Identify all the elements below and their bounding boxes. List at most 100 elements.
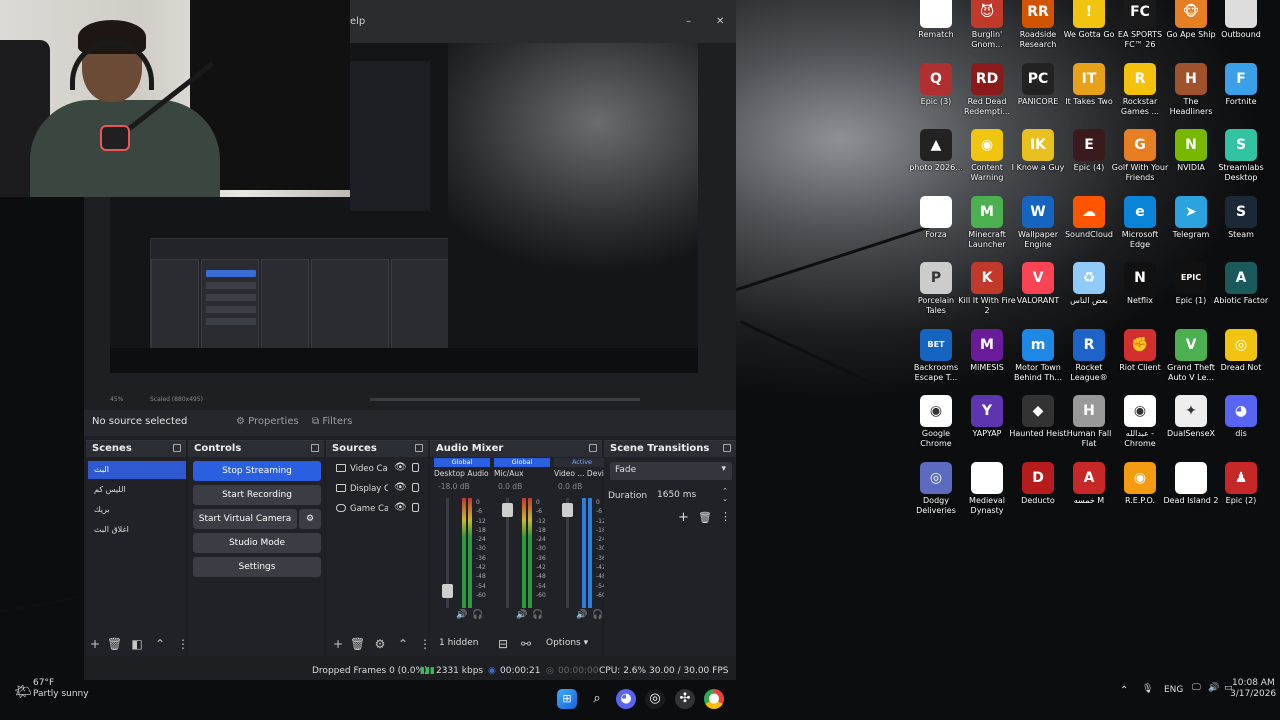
speaker-icon[interactable]: 🔊 [516,610,527,620]
filter-icon[interactable]: ◧ [130,637,144,651]
desktop-icon[interactable]: M Minecraft Launcher [961,195,1013,260]
desktop-icon[interactable]: PC PANICORE [1012,62,1064,127]
discord-icon[interactable]: ◕ [616,689,636,709]
options-button[interactable]: Options ▾ [546,638,588,648]
chrome-icon[interactable]: ● [704,689,724,709]
chevron-up-icon[interactable]: ⌃ [1120,685,1128,696]
volume-slider-handle[interactable] [562,502,573,517]
lock-icon[interactable] [412,483,419,492]
desktop-icon[interactable]: M MiMESIS [961,328,1013,393]
channel-badge[interactable]: Global [494,458,550,467]
desktop-icon[interactable]: R Rocket League® [1063,328,1115,393]
scene-item[interactable]: اغلاق البث [88,521,186,539]
dock-undock-icon[interactable] [723,444,731,452]
monitor-icon[interactable]: 🖵 [1192,683,1201,693]
desktop-icon[interactable]: F Fortnite [1215,62,1267,127]
zoom-label[interactable]: 45% [110,396,123,403]
desktop-icon[interactable]: 😈 Burglin' Gnom... [961,0,1013,60]
desktop-icon[interactable]: ➤ Telegram [1165,195,1217,260]
desktop-icon[interactable]: E Epic (4) [1063,129,1115,193]
desktop-icon[interactable]: Y YAPYAP [961,395,1013,459]
settings-button[interactable]: Settings [193,557,321,577]
studio-mode-button[interactable]: Studio Mode [193,533,321,553]
desktop-icon[interactable]: Forza [910,195,962,260]
obs-icon[interactable]: ◎ [645,689,665,709]
desktop-icon[interactable]: A Abiotic Factor [1214,262,1268,326]
desktop-icon[interactable]: e Microsoft Edge [1114,195,1166,260]
layout-icon[interactable]: ⊟ [496,637,510,651]
add-icon[interactable]: + [678,510,689,525]
desktop-icon[interactable]: ✦ DualSenseX [1165,395,1217,459]
hidden-count[interactable]: 1 hidden [439,638,478,648]
chevron-up-icon[interactable]: ⌃ [153,637,167,651]
desktop-icon[interactable]: K Kill It With Fire 2 [958,262,1016,326]
preview-scrollbar[interactable] [370,398,640,401]
clock-date[interactable]: 3/17/2026 [1230,689,1276,699]
start-virtual-camera-button[interactable]: Start Virtual Camera [193,509,297,529]
volume-slider-handle[interactable] [502,502,513,517]
scene-item[interactable]: البث [88,461,186,479]
weather-desc[interactable]: Partly sunny [33,689,89,699]
desktop-icon[interactable]: IT It Takes Two [1063,62,1115,127]
more-icon[interactable]: ⋮ [720,510,731,523]
language-indicator[interactable]: ENG [1164,685,1183,695]
add-icon[interactable]: + [88,637,102,651]
eye-icon[interactable]: 👁 [394,502,407,513]
channel-badge[interactable]: Active [554,458,610,467]
filters-button[interactable]: ⧉ Filters [312,413,352,433]
trash-icon[interactable]: 🗑 [698,511,712,524]
trash-icon[interactable]: 🗑 [107,637,122,651]
desktop-icon[interactable]: RD Red Dead Redempti... [961,62,1013,127]
spin-arrows-icon[interactable]: ⌃ ⌄ [722,487,728,503]
virtual-camera-settings-button[interactable]: ⚙ [299,509,321,529]
scene-item[interactable]: بريك [88,501,186,519]
weather-temp[interactable]: 67°F [33,678,54,688]
speaker-icon[interactable]: 🔊 [576,610,587,620]
volume-slider-handle[interactable] [442,584,453,599]
desktop-icon[interactable]: EPIC Epic (1) [1165,262,1217,326]
desktop-icon[interactable]: Dead Island 2 [1163,461,1219,526]
lock-icon[interactable] [412,463,419,472]
desktop-icon[interactable]: ▲ photo 2026... [909,129,963,193]
channel-name[interactable]: Video ... Devi [554,469,610,478]
speaker-icon[interactable]: 🔊 [456,610,467,620]
chevron-up-icon[interactable]: ⌃ [396,637,410,651]
headphones-icon[interactable]: 🎧 [472,610,483,620]
search-icon[interactable]: ⌕ [587,689,607,709]
desktop-icon[interactable]: Medieval Dynasty [961,461,1013,526]
desktop-icon[interactable]: N NVIDIA [1165,129,1217,193]
duration-spinbox[interactable]: 1650 ms ⌃ ⌄ [654,487,732,504]
dock-undock-icon[interactable] [415,444,423,452]
desktop-icon[interactable]: R Rockstar Games ... [1114,62,1166,127]
desktop-icon[interactable]: RR Roadside Research [1012,0,1064,60]
eye-icon[interactable]: 👁 [394,462,407,473]
desktop-icon[interactable]: FC EA SPORTS FC™ 26 [1114,0,1166,60]
desktop-icon[interactable]: ! We Gotta Go [1063,0,1115,60]
channel-name[interactable]: Mic/Aux [494,469,550,478]
link-icon[interactable]: ⚯ [519,637,533,651]
clock-time[interactable]: 10:08 AM [1232,678,1275,688]
desktop-icon[interactable]: BET Backrooms Escape T... [910,328,962,393]
gear-icon[interactable]: ⚙ [373,637,387,651]
desktop-icon[interactable]: P Porcelain Tales [910,262,962,326]
volume-slider[interactable] [502,498,513,608]
eye-icon[interactable]: 👁 [394,482,407,493]
trash-icon[interactable]: 🗑 [350,637,365,651]
channel-name[interactable]: Desktop Audio [434,469,490,478]
properties-button[interactable]: ⚙ Properties [236,413,299,433]
close-icon[interactable]: ✕ [716,16,724,27]
desktop-icon[interactable]: Rematch [910,0,962,60]
minimize-icon[interactable]: – [686,16,691,27]
desktop-icon[interactable]: ◎ Dread Not [1215,328,1267,393]
desktop-icon[interactable]: ✊ Riot Client [1114,328,1166,393]
scene-item[interactable]: الليس كم [88,481,186,499]
dock-undock-icon[interactable] [173,444,181,452]
stop-streaming-button[interactable]: Stop Streaming [193,461,321,481]
desktop-icon[interactable]: Outbound [1215,0,1267,60]
desktop-icon[interactable]: 🐵 Go Ape Ship [1165,0,1217,60]
lock-icon[interactable] [412,503,419,512]
desktop-icon[interactable]: ◉ Google Chrome [910,395,962,459]
desktop-icon[interactable]: ♟ Epic (2) [1215,461,1267,526]
source-item[interactable]: Game Cap 👁 [334,500,424,518]
source-item[interactable]: Video Cap 👁 [334,460,424,478]
